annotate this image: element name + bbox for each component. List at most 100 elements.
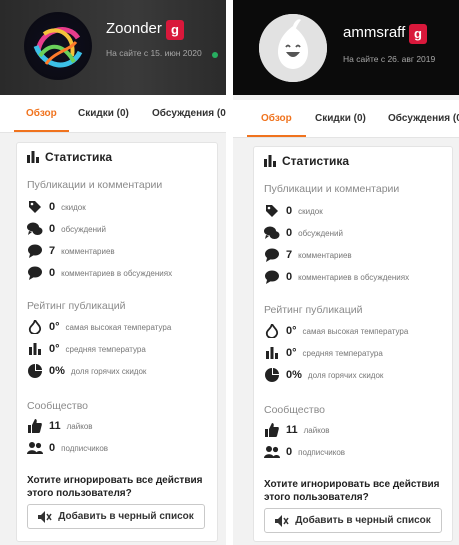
stat-discussions: 0 обсуждений — [27, 221, 106, 237]
statistics-title-label: Статистика — [282, 154, 350, 168]
section-community: Сообщество — [27, 400, 88, 412]
profile-panel-left: Zoonder g На сайте с 15. июн 2020 Обзор … — [0, 0, 226, 545]
deals-count: 0 — [286, 205, 293, 217]
stat-followers: 0 подписчиков — [264, 444, 345, 460]
stat-max-temperature: 0° самая высокая температура — [27, 319, 171, 335]
discussions-icon — [27, 222, 43, 236]
tab-discussions[interactable]: Обсуждения (0 — [388, 100, 459, 137]
deals-label: скидок — [298, 206, 323, 216]
profile-tabs: Обзор Скидки (0) Обсуждения (0 — [0, 95, 226, 133]
add-to-blacklist-button[interactable]: Добавить в черный список — [264, 508, 442, 533]
hot-share-label: доля горячих скидок — [70, 366, 147, 376]
stat-deals: 0 скидок — [264, 203, 323, 219]
followers-icon — [27, 441, 43, 455]
discussions-icon — [264, 226, 280, 240]
discussions-count: 0 — [49, 223, 56, 235]
pie-chart-icon — [27, 364, 43, 378]
statistics-title-label: Статистика — [45, 150, 113, 164]
stat-likes: 11 лайков — [27, 418, 93, 434]
hot-share-value: 0% — [286, 369, 302, 381]
stat-discussion-comments: 0 комментариев в обсуждениях — [27, 265, 172, 281]
stat-comments: 7 комментариев — [264, 247, 352, 263]
mute-icon — [275, 514, 289, 527]
flame-icon — [27, 320, 43, 334]
avg-temperature-value: 0° — [49, 343, 60, 355]
likes-icon — [27, 419, 43, 433]
likes-count: 11 — [49, 420, 61, 432]
avatar[interactable] — [24, 12, 92, 80]
statistics-card: Статистика Публикации и комментарии 0 ск… — [253, 146, 453, 542]
flame-icon — [264, 324, 280, 338]
panel-divider — [226, 0, 233, 545]
profile-header: ammsraff g На сайте с 26. авг 2019 — [233, 0, 459, 95]
followers-icon — [264, 445, 280, 459]
stat-followers: 0 подписчиков — [27, 440, 108, 456]
tab-overview[interactable]: Обзор — [247, 100, 306, 137]
stat-comments: 7 комментариев — [27, 243, 115, 259]
member-since: На сайте с 26. авг 2019 — [343, 54, 436, 64]
section-publications: Публикации и комментарии — [27, 179, 163, 191]
profile-panel-right: ammsraff g На сайте с 26. авг 2019 Обзор… — [233, 0, 459, 545]
username: Zoonder — [106, 20, 162, 37]
followers-count: 0 — [49, 442, 56, 454]
section-rating: Рейтинг публикаций — [264, 304, 363, 316]
profile-header: Zoonder g На сайте с 15. июн 2020 — [0, 0, 226, 95]
ignore-question: Хотите игнорировать все действия этого п… — [264, 479, 440, 503]
comment-icon — [264, 270, 280, 284]
stat-likes: 11 лайков — [264, 422, 330, 438]
discussion-comments-label: комментариев в обсуждениях — [61, 268, 173, 278]
mute-icon — [38, 510, 52, 523]
avg-temperature-value: 0° — [286, 347, 297, 359]
deals-count: 0 — [49, 201, 56, 213]
avg-temperature-label: средняя температура — [302, 348, 383, 358]
profile-tabs: Обзор Скидки (0) Обсуждения (0 — [233, 100, 459, 138]
likes-icon — [264, 423, 280, 437]
max-temperature-value: 0° — [49, 321, 60, 333]
discussion-comments-count: 0 — [286, 271, 293, 283]
section-publications: Публикации и комментарии — [264, 183, 400, 195]
discussion-comments-count: 0 — [49, 267, 56, 279]
max-temperature-label: самая высокая температура — [65, 322, 172, 332]
followers-label: подписчиков — [298, 447, 346, 457]
bar-chart-icon — [27, 151, 39, 163]
comment-icon — [27, 266, 43, 280]
tab-overview[interactable]: Обзор — [14, 95, 69, 132]
comments-label: комментариев — [298, 250, 352, 260]
comment-icon — [264, 248, 280, 262]
statistics-card: Статистика Публикации и комментарии 0 ск… — [16, 142, 218, 542]
tab-discussions[interactable]: Обсуждения (0 — [152, 95, 226, 132]
followers-label: подписчиков — [61, 443, 109, 453]
stat-avg-temperature: 0° средняя температура — [264, 345, 383, 361]
tag-icon — [264, 204, 280, 218]
tab-deals[interactable]: Скидки (0) — [78, 95, 129, 132]
deals-label: скидок — [61, 202, 86, 212]
comments-count: 7 — [49, 245, 56, 257]
tab-deals[interactable]: Скидки (0) — [315, 100, 366, 137]
discussions-label: обсуждений — [298, 228, 343, 238]
max-temperature-label: самая высокая температура — [302, 326, 409, 336]
add-to-blacklist-label: Добавить в черный список — [295, 515, 431, 526]
bar-chart-icon — [264, 346, 280, 360]
comments-label: комментариев — [61, 246, 115, 256]
avg-temperature-label: средняя температура — [65, 344, 146, 354]
max-temperature-value: 0° — [286, 325, 297, 337]
bar-chart-icon — [264, 155, 276, 167]
stat-deals: 0 скидок — [27, 199, 86, 215]
bar-chart-icon — [27, 342, 43, 356]
hot-share-label: доля горячих скидок — [307, 370, 384, 380]
section-community: Сообщество — [264, 404, 325, 416]
discussions-count: 0 — [286, 227, 293, 239]
section-rating: Рейтинг публикаций — [27, 300, 126, 312]
member-since: На сайте с 15. июн 2020 — [106, 48, 202, 58]
likes-label: лайков — [303, 425, 330, 435]
tag-icon — [27, 200, 43, 214]
add-to-blacklist-button[interactable]: Добавить в черный список — [27, 504, 205, 529]
statistics-title: Статистика — [264, 154, 349, 168]
discussions-label: обсуждений — [61, 224, 106, 234]
ignore-question: Хотите игнорировать все действия этого п… — [27, 475, 203, 499]
likes-count: 11 — [286, 424, 298, 436]
avatar[interactable] — [259, 14, 327, 82]
comment-icon — [27, 244, 43, 258]
stat-avg-temperature: 0° средняя температура — [27, 341, 146, 357]
stat-hot-share: 0% доля горячих скидок — [264, 367, 383, 383]
